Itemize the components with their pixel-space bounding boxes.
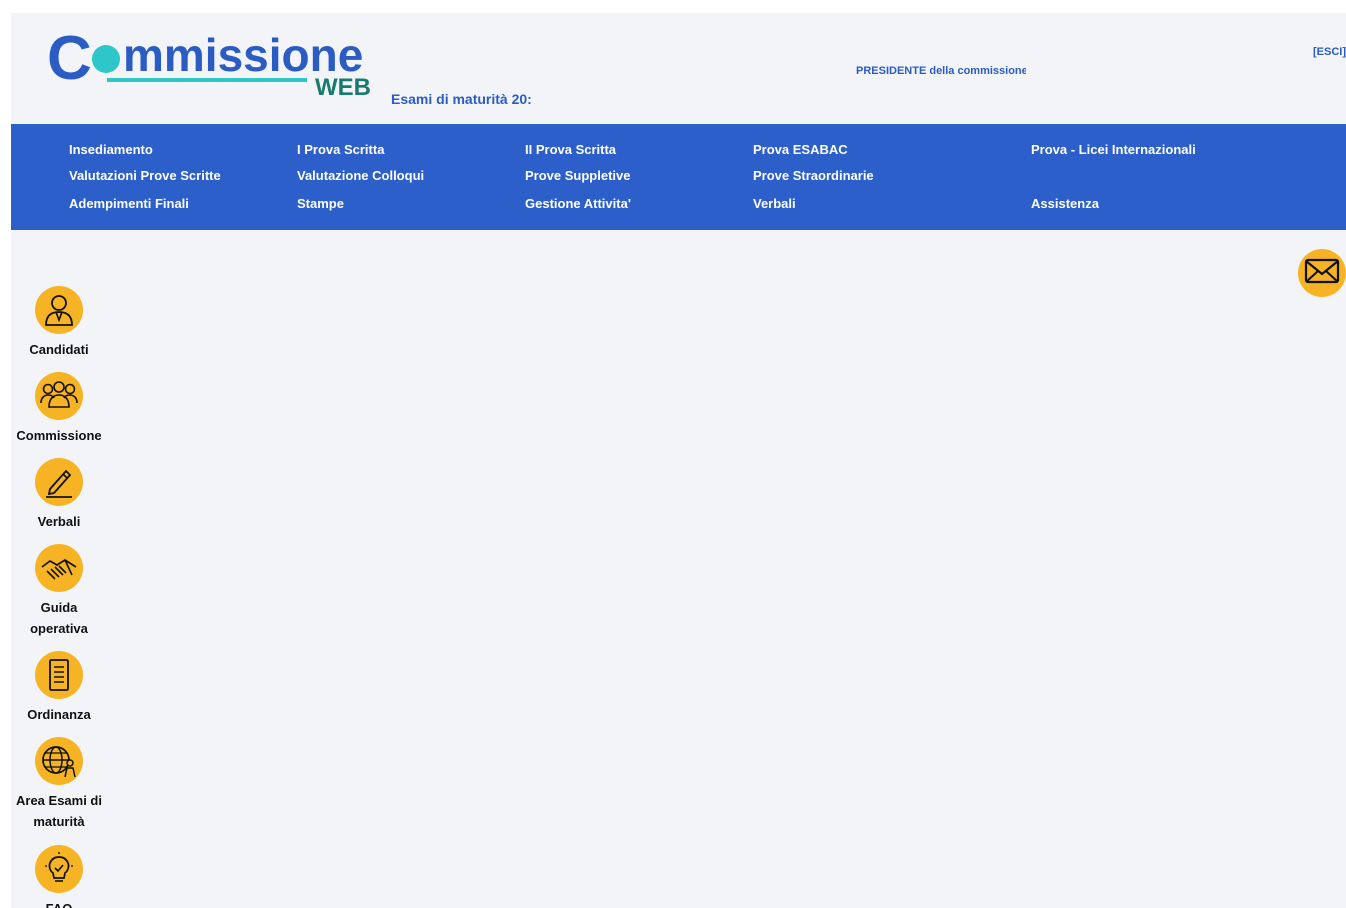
sidebar-item-commissione[interactable]: Commissione xyxy=(11,372,107,446)
main-nav: Insediamento I Prova Scritta II Prova Sc… xyxy=(11,124,1346,230)
nav-stampe[interactable]: Stampe xyxy=(297,196,344,211)
header: C mmissione WEB Esami di maturità 20: PR… xyxy=(11,13,1346,124)
logo-letter-c: C xyxy=(47,24,92,93)
sidebar-item-label: Commissione xyxy=(16,428,102,443)
page-frame: C mmissione WEB Esami di maturità 20: PR… xyxy=(11,13,1346,908)
sidebar-item-faq[interactable]: FAQ xyxy=(11,845,107,908)
group-icon xyxy=(35,372,83,420)
nav-ii-prova-scritta[interactable]: II Prova Scritta xyxy=(525,142,616,157)
logo-dot xyxy=(92,45,120,73)
nav-prove-suppletive[interactable]: Prove Suppletive xyxy=(525,168,630,183)
lightbulb-icon xyxy=(35,845,83,893)
mail-button[interactable] xyxy=(1298,249,1346,297)
sidebar-item-candidati[interactable]: Candidati xyxy=(11,286,107,360)
sidebar-item-label: FAQ xyxy=(11,898,107,908)
nav-adempimenti-finali[interactable]: Adempimenti Finali xyxy=(69,196,189,211)
document-icon xyxy=(35,651,83,699)
sidebar-item-verbali[interactable]: Verbali xyxy=(11,458,107,532)
nav-valutazioni-prove-scritte[interactable]: Valutazioni Prove Scritte xyxy=(69,168,221,183)
user-role-text: PRESIDENTE della commissione l xyxy=(856,65,1026,77)
nav-prova-licei-internazionali[interactable]: Prova - Licei Internazionali xyxy=(1031,142,1196,157)
sidebar-item-label: Guida operativa xyxy=(30,600,88,636)
sidebar-item-label: Ordinanza xyxy=(27,707,91,722)
sidebar-item-ordinanza[interactable]: Ordinanza xyxy=(11,651,107,725)
envelope-icon xyxy=(1304,258,1340,289)
nav-prove-straordinarie[interactable]: Prove Straordinarie xyxy=(753,168,874,183)
sidebar-item-guida-operativa[interactable]: Guida operativa xyxy=(11,544,107,639)
nav-assistenza[interactable]: Assistenza xyxy=(1031,196,1099,211)
nav-gestione-attivita[interactable]: Gestione Attivita' xyxy=(525,196,631,211)
logo-web: WEB xyxy=(315,74,371,101)
logo[interactable]: C mmissione WEB xyxy=(47,21,387,101)
handshake-icon xyxy=(35,544,83,592)
nav-prova-esabac[interactable]: Prova ESABAC xyxy=(753,142,848,157)
exam-subtitle: Esami di maturità 20: xyxy=(391,91,531,107)
sidebar-item-label: Area Esami di maturità xyxy=(16,793,102,829)
candidate-icon xyxy=(35,286,83,334)
nav-valutazione-colloqui[interactable]: Valutazione Colloqui xyxy=(297,168,424,183)
sidebar-item-label: Verbali xyxy=(37,514,81,529)
nav-insediamento[interactable]: Insediamento xyxy=(69,142,153,157)
globe-person-icon xyxy=(35,737,83,785)
nav-verbali[interactable]: Verbali xyxy=(753,196,796,211)
sidebar-item-area-esami[interactable]: Area Esami di maturità xyxy=(11,737,107,832)
nav-i-prova-scritta[interactable]: I Prova Scritta xyxy=(297,142,384,157)
pencil-icon xyxy=(35,458,83,506)
logout-link[interactable]: [ESCI] xyxy=(1313,46,1346,58)
logo-underline xyxy=(107,78,307,82)
sidebar-item-label: Candidati xyxy=(29,342,89,357)
